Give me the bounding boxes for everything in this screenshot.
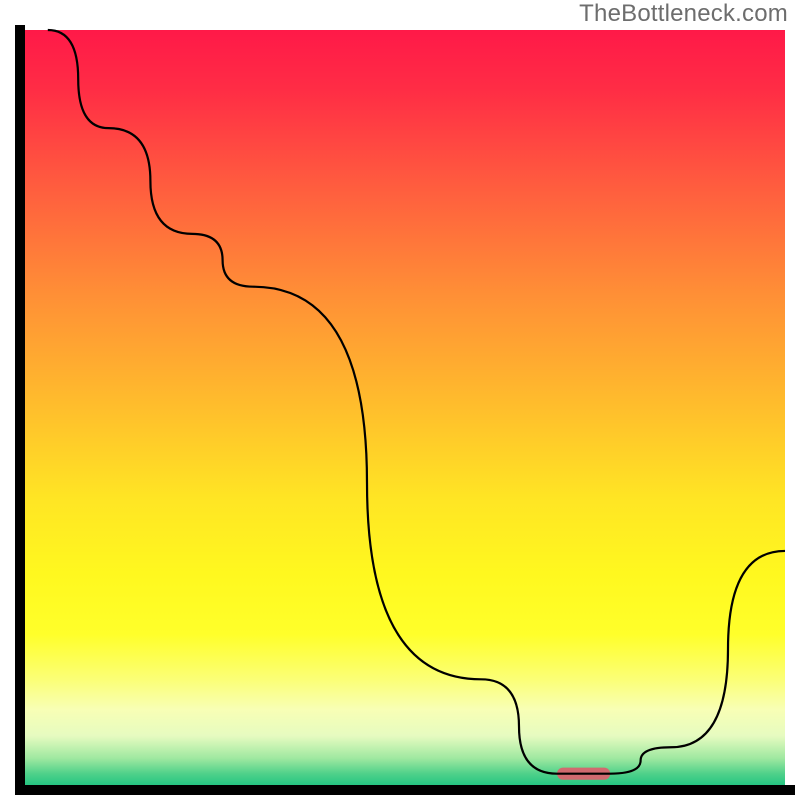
chart-svg bbox=[0, 0, 800, 800]
axis-bottom bbox=[15, 785, 795, 795]
watermark-text: TheBottleneck.com bbox=[579, 0, 788, 28]
plot-background bbox=[25, 30, 785, 785]
chart-container: TheBottleneck.com bbox=[0, 0, 800, 800]
axis-left bbox=[15, 25, 25, 795]
